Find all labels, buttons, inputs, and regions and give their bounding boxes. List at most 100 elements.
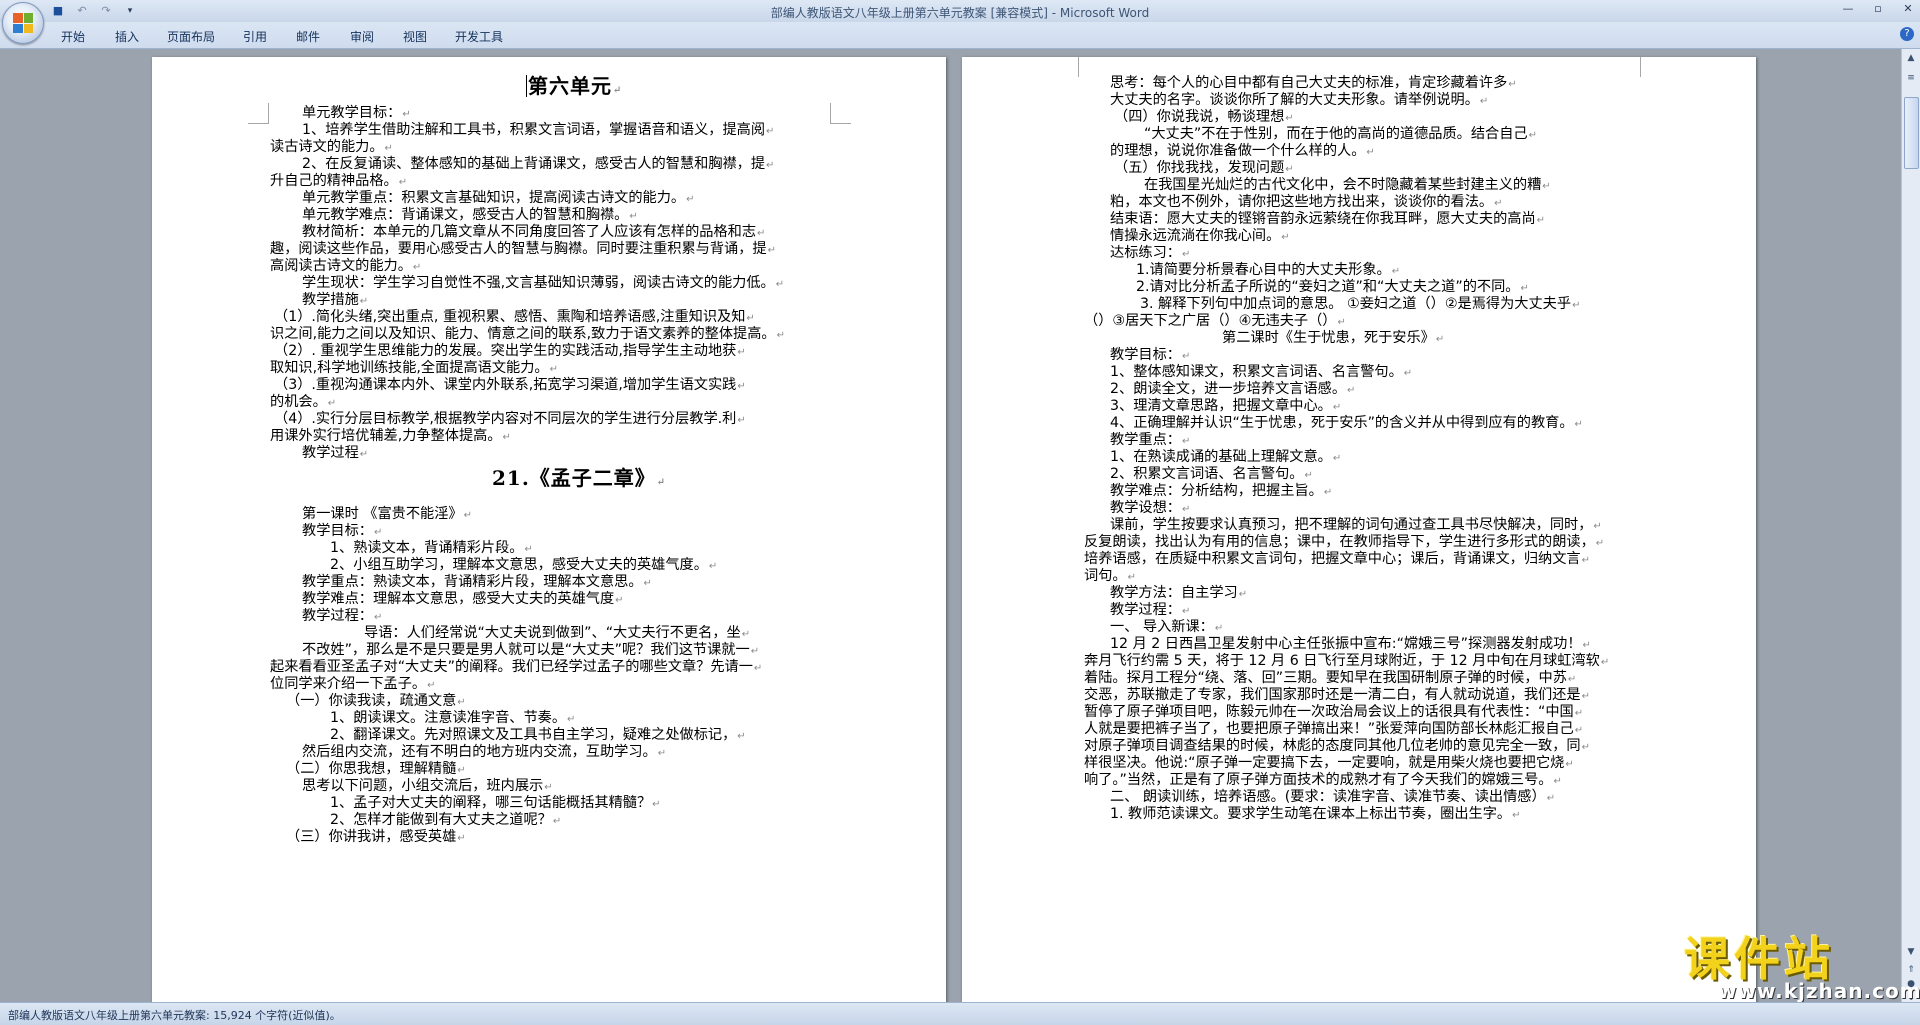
document-line[interactable]: （五）你找我找，发现问题↵ (1114, 160, 1294, 178)
document-line[interactable]: 人就是要把裤子当了，也要把原子弹搞出来！”张爱萍向国防部长林彪汇报自己↵ (1084, 721, 1583, 739)
document-line[interactable]: 趣，阅读这些作品，要用心感受古人的智慧与胸襟。同时要注重积累与背诵，提↵ (270, 241, 776, 259)
document-line[interactable]: 2、小组互助学习，理解本文意思，感受大丈夫的英雄气度。↵ (330, 557, 717, 575)
document-line[interactable]: 的理想，说说你准备做一个什么样的人。↵ (1110, 143, 1375, 161)
document-line[interactable]: （四）你说我说，畅谈理想↵ (1114, 109, 1294, 127)
document-line[interactable]: 然后组内交流，还有不明白的地方班内交流，互助学习。↵ (302, 744, 666, 762)
document-line[interactable]: 词句。↵ (1084, 568, 1136, 586)
document-line[interactable]: 第二课时《生于忧患，死于安乐》↵ (1222, 330, 1444, 348)
document-line[interactable]: 3、理清文章思路，把握文章中心。↵ (1110, 398, 1341, 416)
maximize-icon[interactable]: ▫ (1870, 2, 1886, 15)
document-line[interactable]: 暂停了原子弹项目吧，陈毅元帅在一次政治局会议上的话很具有代表性：“中国↵ (1084, 704, 1583, 722)
previous-page-icon[interactable]: ⇑ (1904, 963, 1918, 977)
document-area[interactable]: 第六单元↵ 单元教学目标：↵ 1、培养学生借助注解和工具书，积累文言词语，掌握语音和… (0, 49, 1902, 1003)
document-line[interactable]: 教学方法：自主学习↵ (1110, 585, 1247, 603)
document-heading[interactable]: 第六单元↵ (526, 75, 622, 99)
document-line[interactable]: 一、 导入新课：↵ (1110, 619, 1223, 637)
document-line[interactable]: 学生现状：学生学习自觉性不强,文言基础知识薄弱，阅读古诗文的能力低。↵ (302, 275, 784, 293)
document-line[interactable]: （1）.简化头绪,突出重点, 重视积累、感悟、熏陶和培养语感,注重知识及知↵ (274, 309, 755, 327)
tab-page-layout[interactable]: 页面布局 (167, 28, 215, 45)
document-line[interactable]: 的机会。↵ (270, 394, 336, 412)
document-line[interactable]: 取知识,科学地训练技能,全面提高语文能力。↵ (270, 360, 558, 378)
close-icon[interactable]: ✕ (1900, 2, 1916, 15)
document-line[interactable]: （4）.实行分层目标教学,根据教学内容对不同层次的学生进行分层教学.利↵ (274, 411, 746, 429)
document-line[interactable]: 教学设想：↵ (1110, 500, 1190, 518)
document-line[interactable]: 单元教学难点：背诵课文，感受古人的智慧和胸襟。↵ (302, 207, 638, 225)
tab-mailings[interactable]: 邮件 (296, 28, 320, 45)
minimize-icon[interactable]: — (1840, 2, 1856, 15)
page-2[interactable]: 思考：每个人的心目中都有自己大丈夫的标准，肯定珍藏着许多↵ 大丈夫的名字。谈谈你所… (962, 57, 1756, 1003)
document-line[interactable]: 1.请简要分析景春心目中的大丈夫形象。↵ (1136, 262, 1400, 280)
document-line[interactable]: 教学重点：熟读文本，背诵精彩片段，理解本文意思。↵ (302, 574, 652, 592)
document-line[interactable]: 课前，学生按要求认真预习，把不理解的词句通过查工具书尽快解决，同时，↵ (1110, 517, 1602, 535)
document-line[interactable]: 1、在熟读成诵的基础上理解文意。↵ (1110, 449, 1341, 467)
document-line[interactable]: 在我国星光灿烂的古代文化中，会不时隐藏着某些封建主义的糟↵ (1144, 177, 1551, 195)
document-line[interactable]: 达标练习：↵ (1110, 245, 1190, 263)
document-line[interactable]: 2.请对比分析孟子所说的“妾妇之道”和“大丈夫之道”的不同。↵ (1136, 279, 1529, 297)
document-line[interactable]: 粕，本文也不例外，请你把这些地方找出来，谈谈你的看法。↵ (1110, 194, 1502, 212)
document-line[interactable]: 升自己的精神品格。↵ (270, 173, 407, 191)
document-line[interactable]: 3. 解释下列句中加点词的意思。 ①妾妇之道（）②是焉得为大丈夫乎↵ (1140, 296, 1580, 314)
document-line[interactable]: 位同学来介绍一下孟子。↵ (270, 676, 435, 694)
word-count-status[interactable]: 部编人教版语文八年级上册第六单元教案: 15,924 个字符(近似值)。 (8, 1007, 341, 1023)
scroll-thumb[interactable] (1904, 97, 1919, 169)
help-icon[interactable]: ? (1900, 27, 1914, 41)
document-line[interactable]: 高阅读古诗文的能力。↵ (270, 258, 421, 276)
document-line[interactable]: （3）.重视沟通课本内外、课堂内外联系,拓宽学习渠道,增加学生语文实践↵ (274, 377, 746, 395)
document-line[interactable]: 教学过程：↵ (1110, 602, 1190, 620)
scroll-up-icon[interactable]: ▲ (1904, 51, 1918, 65)
document-line[interactable]: 不改姓”，那么是不是只要是男人就可以是“大丈夫”呢？我们这节课就一↵ (302, 642, 759, 660)
document-line[interactable]: 导语：人们经常说“大丈夫说到做到”、“大丈夫行不更名，坐↵ (364, 625, 750, 643)
document-line[interactable]: 反复朗读，找出认为有用的信息；课中，在教师指导下，学生进行多形式的朗读，↵ (1084, 534, 1604, 552)
document-line[interactable]: 情操永远流淌在你我心间。↵ (1110, 228, 1290, 246)
document-line[interactable]: 响了。”当然，正是有了原子弹方面技术的成熟才有了今天我们的嫦娥三号。↵ (1084, 772, 1562, 790)
document-line[interactable]: （三）你讲我讲，感受英雄↵ (286, 829, 466, 847)
document-line[interactable]: 对原子弹项目调查结果的时候，林彪的态度同其他几位老帅的意见完全一致，同↵ (1084, 738, 1590, 756)
document-line[interactable]: （）③居天下之广居（）④无违夫子（）↵ (1084, 313, 1346, 331)
document-line[interactable]: 读古诗文的能力。↵ (270, 139, 393, 157)
document-line[interactable]: 4、正确理解并认识“生于忧患，死于安乐”的含义并从中得到应有的教育。↵ (1110, 415, 1583, 433)
document-line[interactable]: 1、整体感知课文，积累文言词语、名言警句。↵ (1110, 364, 1412, 382)
document-line[interactable]: 1、朗读课文。注意读准字音、节奏。↵ (330, 710, 575, 728)
document-line[interactable]: 教学难点：理解本文意思，感受大丈夫的英雄气度↵ (302, 591, 624, 609)
document-line[interactable]: 2、怎样才能做到有大丈夫之道呢？↵ (330, 812, 561, 830)
document-line[interactable]: 奔月飞行约需 5 天，将于 12 月 6 日飞行至月球附近，于 12 月中旬在月… (1084, 653, 1609, 671)
document-line[interactable]: 单元教学重点：积累文言基础知识，提高阅读古诗文的能力。↵ (302, 190, 694, 208)
document-line[interactable]: 教学过程：↵ (302, 608, 382, 626)
tab-home[interactable]: 开始 (61, 28, 85, 45)
document-line[interactable]: 用课外实行培优辅差,力争整体提高。↵ (270, 428, 511, 446)
document-line[interactable]: 结束语：愿大丈夫的铿锵音韵永远萦绕在你我耳畔，愿大丈夫的高尚↵ (1110, 211, 1545, 229)
document-line[interactable]: 交恶，苏联撤走了专家，我们国家那时还是一清二白，有人就动说道，我们还是↵ (1084, 687, 1590, 705)
tab-references[interactable]: 引用 (243, 28, 267, 45)
tab-review[interactable]: 审阅 (350, 28, 374, 45)
document-line[interactable]: 1、熟读文本，背诵精彩片段。↵ (330, 540, 533, 558)
tab-insert[interactable]: 插入 (115, 28, 139, 45)
document-line[interactable]: 教材简析：本单元的几篇文章从不同角度回答了人应该有怎样的品格和志↵ (302, 224, 765, 242)
document-line[interactable]: 教学重点：↵ (1110, 432, 1190, 450)
ruler-toggle-icon[interactable]: ≡ (1904, 71, 1918, 85)
document-line[interactable]: 培养语感，在质疑中积累文言词句，把握文章中心；课后，背诵课文，归纳文言↵ (1084, 551, 1590, 569)
document-line[interactable]: 2、翻译课文。先对照课文及工具书自主学习，疑难之处做标记，↵ (330, 727, 746, 745)
document-line[interactable]: 2、在反复诵读、整体感知的基础上背诵课文，感受古人的智慧和胸襟，提↵ (302, 156, 774, 174)
office-button[interactable] (2, 2, 44, 44)
document-line[interactable]: 着陆。探月工程分“绕、落、回”三期。要知早在我国研制原子弹的时候，中苏↵ (1084, 670, 1576, 688)
document-line[interactable]: 2、积累文言词语、名言警句。↵ (1110, 466, 1313, 484)
document-line[interactable]: 思考以下问题，小组交流后，班内展示↵ (302, 778, 553, 796)
document-line[interactable]: 教学过程↵ (302, 445, 368, 463)
document-line[interactable]: （一）你读我读，疏通文意↵ (286, 693, 466, 711)
tab-view[interactable]: 视图 (403, 28, 427, 45)
document-line[interactable]: 样很坚决。他说:“原子弹一定要搞下去，一定要响，就是用柴火烧也要把它烧↵ (1084, 755, 1574, 773)
document-line[interactable]: （2）. 重视学生思维能力的发展。突出学生的实践活动,指导学生主动地获↵ (274, 343, 746, 361)
document-heading[interactable]: 21.《孟子二章》↵ (492, 468, 666, 491)
document-line[interactable]: 单元教学目标：↵ (302, 105, 411, 123)
document-line[interactable]: 12 月 2 日西昌卫星发射中心主任张振中宣布:“嫦娥三号”探测器发射成功！↵ (1110, 636, 1591, 654)
document-line[interactable]: “大丈夫”不在于性别，而在于他的高尚的道德品质。结合自己↵ (1144, 126, 1537, 144)
document-line[interactable]: 起来看看亚圣孟子对“大丈夫”的阐释。我们已经学过孟子的哪些文章？先请一↵ (270, 659, 762, 677)
document-line[interactable]: 2、朗读全文，进一步培养文言语感。↵ (1110, 381, 1355, 399)
document-line[interactable]: 1. 教师范读课文。要求学生动笔在课本上标出节奏，圈出生字。↵ (1110, 806, 1521, 824)
document-line[interactable]: 1、孟子对大丈夫的阐释，哪三句话能概括其精髓？↵ (330, 795, 661, 813)
document-line[interactable]: 教学措施↵ (302, 292, 368, 310)
document-line[interactable]: 1、培养学生借助注解和工具书，积累文言词语，掌握语音和语义，提高阅↵ (302, 122, 774, 140)
document-line[interactable]: 教学难点：分析结构，把握主旨。↵ (1110, 483, 1332, 501)
tab-developer[interactable]: 开发工具 (455, 28, 503, 45)
document-line[interactable]: 第一课时 《富贵不能淫》↵ (302, 506, 472, 524)
